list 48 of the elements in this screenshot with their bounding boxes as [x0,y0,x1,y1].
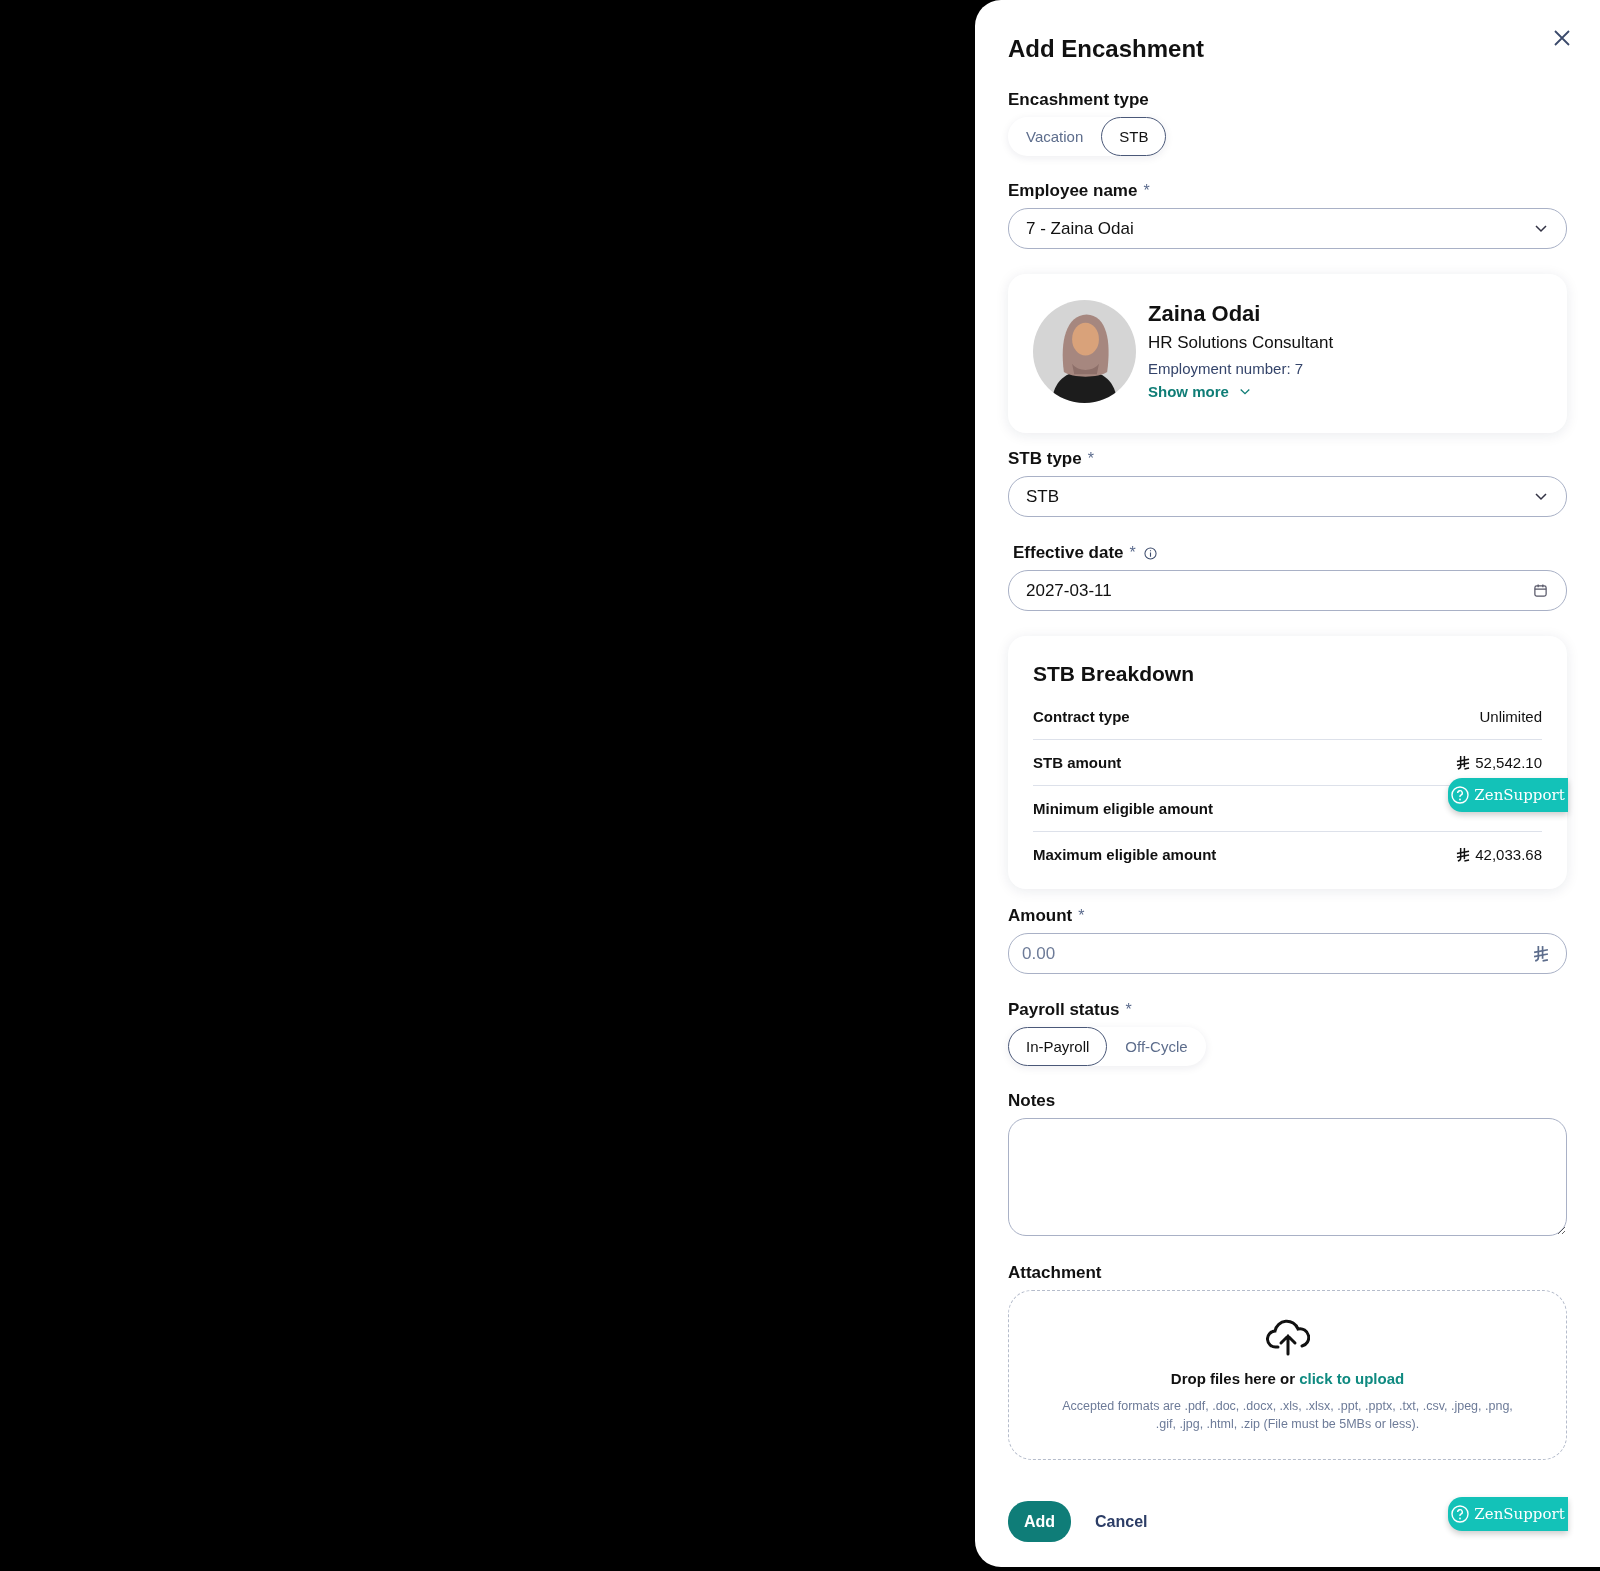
upload-link[interactable]: click to upload [1299,1370,1405,1387]
upload-dropzone[interactable]: Drop files here or click to upload Accepted formats are .pdf, .doc, .docx, .xls, .xlsx, .ppt, .pptx, .txt, .csv, .jpeg, .png, .gif, .jpg, .html, .zip (File must be 5MBs or less). [1008,1290,1567,1460]
cancel-button[interactable]: Cancel [1083,1501,1160,1542]
toggle-option[interactable]: Off-Cycle [1107,1027,1206,1066]
field-label: Amount [1008,906,1073,926]
upload-instructions: Drop files here or click to upload [1170,1370,1405,1387]
required-mark: * [1129,544,1136,562]
currency-icon [1456,755,1471,770]
notes-field[interactable] [1008,1118,1567,1236]
row-label: Contract type [1033,708,1130,725]
field-label: Encashment type [1008,90,1149,110]
row-label: STB amount [1033,754,1122,771]
field-label: Employee name [1008,181,1138,201]
field-label: Payroll status [1008,1000,1120,1020]
info-icon [1143,546,1157,560]
field-label: Attachment [1008,1263,1102,1283]
currency-icon [1456,847,1471,862]
required-mark: * [1143,182,1150,200]
amount-field[interactable]: 0.00 [1008,933,1567,974]
row-label: Maximum eligible amount [1033,846,1217,863]
required-mark: * [1125,1001,1132,1019]
required-mark: * [1087,450,1094,468]
help-icon [1451,786,1470,804]
row-value: 42,033.68 [1475,846,1542,863]
row-value: Unlimited [1479,708,1542,725]
employment-number: Employment number: 7 [1148,359,1305,379]
field-label: STB type [1008,449,1082,469]
row-label: Minimum eligible amount [1033,800,1213,817]
job-title: HR Solutions Consultant [1148,332,1334,354]
cloud-upload-icon [1265,1318,1310,1356]
accepted-formats-text: Accepted formats are .pdf, .doc, .docx, .xls, .xlsx, .ppt, .pptx, .txt, .csv, .jpeg, .png, .gif, .jpg, .html, .zip (File must be 5MBs or less). [1061,1398,1514,1433]
employee-name: Zaina Odai [1148,300,1262,328]
date-field[interactable]: 2027-03-11 [1008,570,1567,611]
card-title: STB Breakdown [1033,661,1196,687]
employee-select[interactable]: 7 - Zaina Odai [1008,208,1567,249]
add-button[interactable]: Add [1008,1501,1071,1542]
dialog-title: Add Encashment [1008,34,1205,64]
calendar-icon [1533,583,1548,598]
show-more-link[interactable]: Show more [1148,381,1334,403]
stb-type-select[interactable]: STB [1008,476,1567,517]
row-value: 52,542.10 [1475,754,1542,771]
close-button[interactable] [1554,30,1570,46]
currency-icon [1533,945,1549,962]
required-mark: * [1078,907,1085,925]
field-label: Notes [1008,1091,1056,1111]
field-label: Effective date [1013,543,1124,563]
toggle-option[interactable]: Vacation [1008,117,1102,156]
help-icon [1451,1505,1470,1523]
